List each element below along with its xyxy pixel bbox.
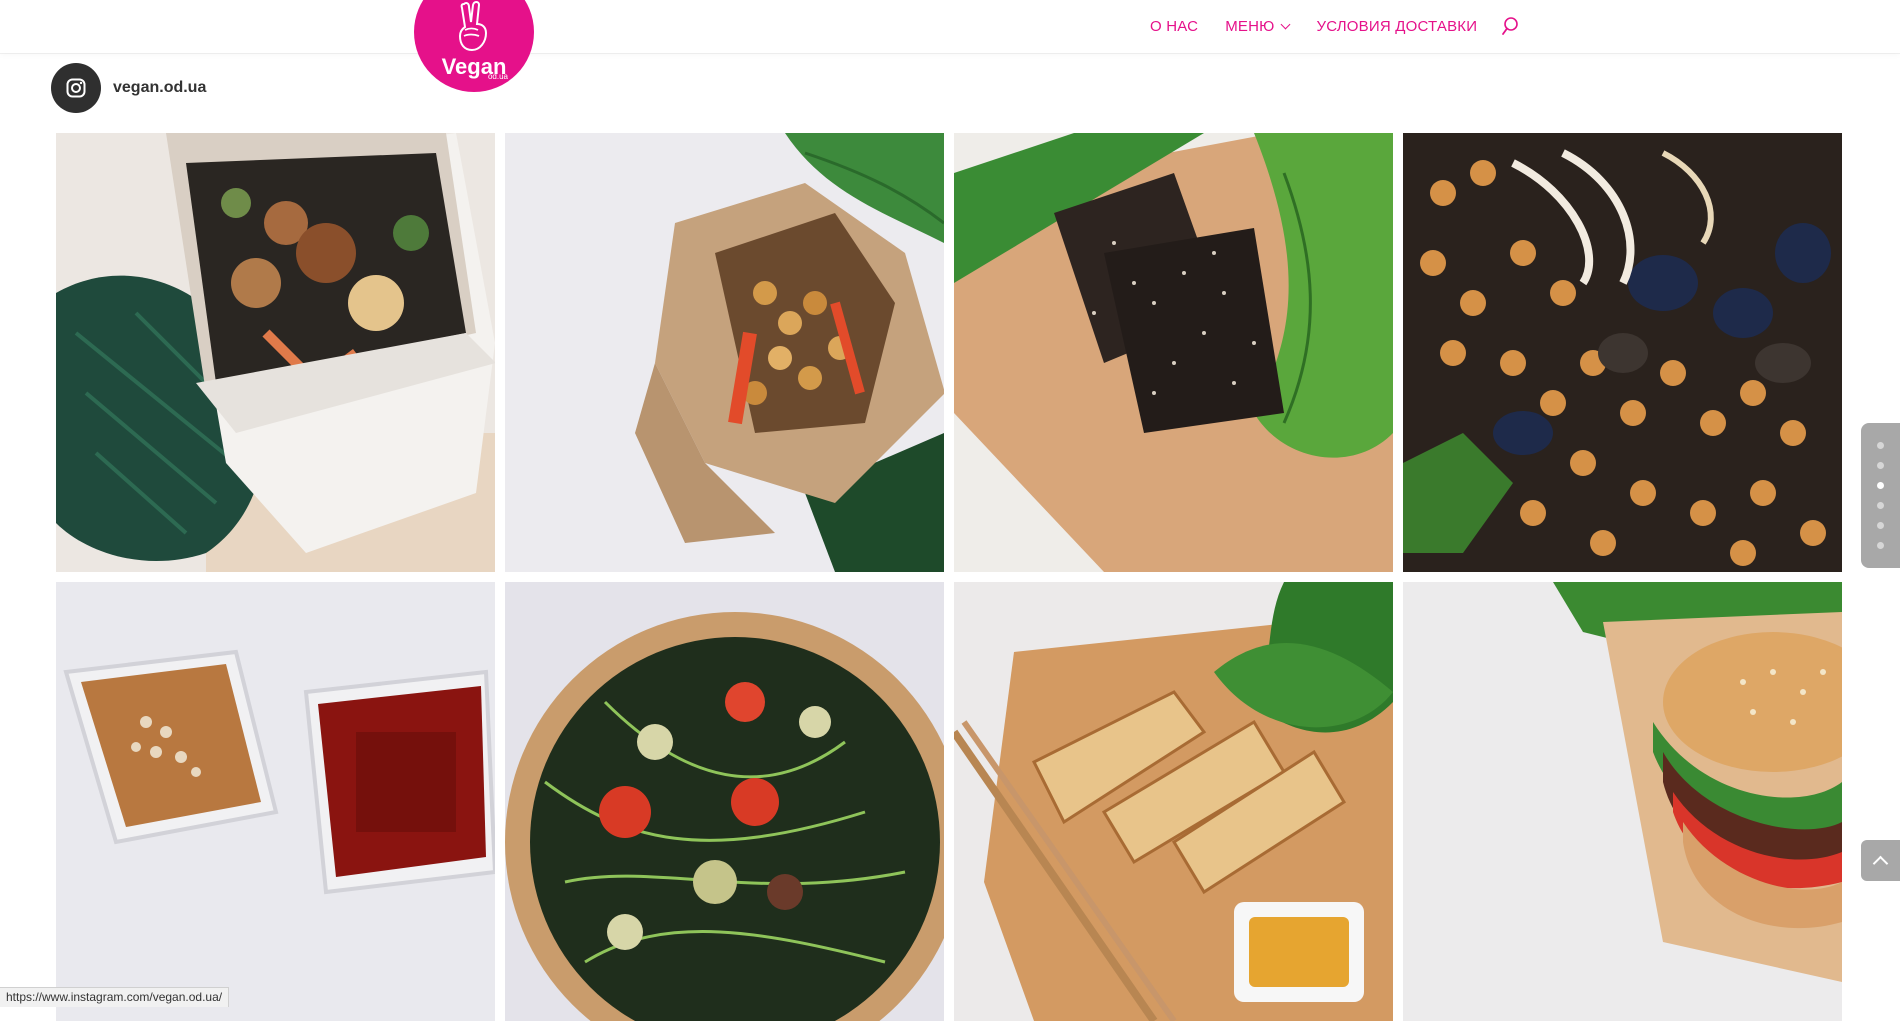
chickpea-box-photo[interactable] [505, 133, 944, 572]
sauces-photo[interactable] [56, 582, 495, 1021]
logo-subtext: od.ua [488, 73, 508, 81]
vegan-logo[interactable]: Vegan od.ua [414, 0, 534, 92]
instagram-handle[interactable]: vegan.od.ua [113, 79, 206, 97]
section-dot[interactable] [1877, 542, 1884, 549]
nav-delivery-label: УСЛОВИЯ ДОСТАВКИ [1316, 18, 1477, 35]
nav-about[interactable]: О НАС [1150, 18, 1198, 35]
section-dot-active[interactable] [1877, 482, 1884, 489]
chickpea-eggplant-photo[interactable] [1403, 133, 1842, 572]
nav-menu-label: МЕНЮ [1225, 18, 1274, 35]
nav-delivery[interactable]: УСЛОВИЯ ДОСТАВКИ [1316, 18, 1477, 35]
burger-photo[interactable] [1403, 582, 1842, 1021]
section-dot[interactable] [1877, 462, 1884, 469]
brownie-board-photo[interactable] [954, 133, 1393, 572]
instagram-profile[interactable]: vegan.od.ua [51, 63, 206, 113]
section-dot[interactable] [1877, 522, 1884, 529]
status-bar-url: https://www.instagram.com/vegan.od.ua/ [0, 987, 229, 1007]
nav-menu[interactable]: МЕНЮ [1225, 18, 1289, 35]
peace-hand-icon [454, 0, 494, 54]
instagram-feed-grid [56, 133, 1842, 1021]
site-header: Vegan od.ua О НАС МЕНЮ УСЛОВИЯ ДОСТАВКИ [0, 0, 1900, 53]
section-dot[interactable] [1877, 442, 1884, 449]
salad-bowl-photo[interactable] [505, 582, 944, 1021]
instagram-avatar[interactable] [51, 63, 101, 113]
chevron-up-icon [1873, 856, 1889, 872]
chevron-down-icon [1281, 19, 1291, 29]
back-to-top-button[interactable] [1861, 840, 1900, 881]
search-icon[interactable] [1500, 16, 1520, 36]
section-dot-nav [1861, 423, 1900, 568]
nav-about-label: О НАС [1150, 18, 1198, 35]
spring-rolls-photo[interactable] [954, 582, 1393, 1021]
noodle-box-photo[interactable] [56, 133, 495, 572]
section-dot[interactable] [1877, 502, 1884, 509]
instagram-icon [66, 78, 86, 98]
main-nav: О НАС МЕНЮ УСЛОВИЯ ДОСТАВКИ [1150, 15, 1520, 37]
